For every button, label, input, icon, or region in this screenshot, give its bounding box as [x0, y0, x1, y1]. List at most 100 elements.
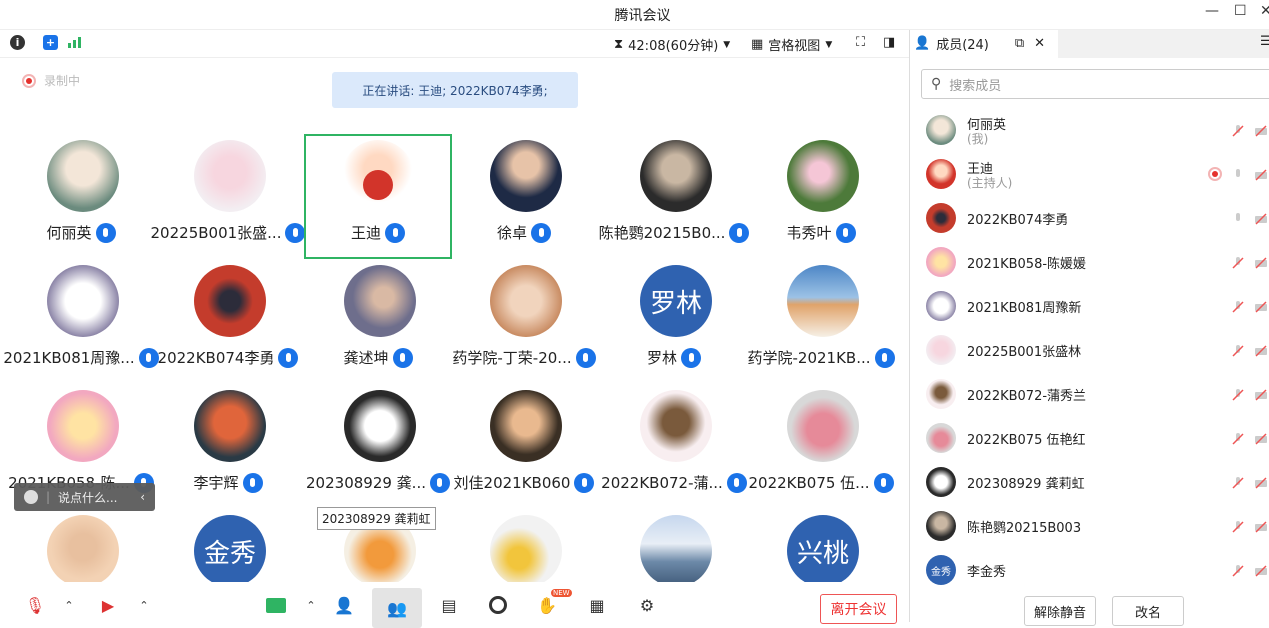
mic-icon — [874, 347, 895, 368]
member-row[interactable]: 2022KB075 伍艳红 — [910, 416, 1269, 460]
participant-tile[interactable]: 罗林 罗林 — [600, 255, 748, 380]
avatar — [926, 203, 956, 233]
mic-muted-icon[interactable] — [1231, 519, 1245, 533]
participant-tile[interactable]: 药学院-2021KB... — [747, 255, 895, 380]
chat-input[interactable]: | 说点什么... ‹ — [14, 483, 155, 511]
sidebar-toggle-icon[interactable]: ◨ — [883, 35, 895, 50]
close-window-icon[interactable]: ✕ — [1260, 3, 1269, 19]
participant-tile[interactable]: 兴桃 — [747, 505, 895, 582]
invite-icon[interactable]: 👤 — [333, 594, 355, 616]
avatar — [640, 515, 712, 582]
participant-tile[interactable] — [600, 505, 748, 582]
close-icon[interactable]: ✕ — [1034, 36, 1045, 51]
member-row[interactable]: 陈艳鹦20215B003 — [910, 504, 1269, 548]
mic-icon[interactable] — [1231, 167, 1245, 181]
participant-tile[interactable]: 2022KB075 伍... — [747, 380, 895, 505]
camera-off-icon[interactable] — [1254, 475, 1268, 489]
participant-name: 2021KB081周豫... — [3, 349, 135, 367]
member-row[interactable]: 2021KB058-陈媛媛 — [910, 240, 1269, 284]
participant-tile[interactable]: 2021KB081周豫... — [3, 255, 159, 380]
participant-tile[interactable]: 徐卓 — [450, 130, 598, 255]
mic-muted-icon[interactable] — [1231, 299, 1245, 313]
participant-tile[interactable] — [450, 505, 598, 582]
member-row[interactable]: 202308929 龚莉虹 — [910, 460, 1269, 504]
participant-tile[interactable]: 金秀 — [154, 505, 302, 582]
mic-muted-icon[interactable] — [1231, 343, 1245, 357]
participant-tile[interactable]: 20225B001张盛... — [151, 130, 306, 255]
shield-icon[interactable]: + — [43, 35, 58, 50]
record-icon — [1208, 167, 1222, 181]
camera-off-icon[interactable] — [1254, 431, 1268, 445]
participant-name: 李宇辉 — [193, 474, 239, 492]
mic-icon[interactable] — [1231, 211, 1245, 225]
minimize-icon[interactable]: — — [1205, 3, 1219, 19]
chevron-up-icon[interactable]: ⌃ — [300, 594, 322, 616]
member-row[interactable]: 2022KB074李勇 — [910, 196, 1269, 240]
search-member-input[interactable]: ⚲ 搜索成员 — [921, 69, 1269, 99]
avatar — [194, 265, 266, 337]
participant-tile[interactable]: 韦秀叶 — [747, 130, 895, 255]
mic-icon — [95, 222, 116, 243]
person-icon: 👤 — [914, 35, 931, 51]
view-selector[interactable]: ▦ 宫格视图 ▼ — [751, 35, 832, 54]
member-row[interactable]: 金秀 李金秀 — [910, 548, 1269, 592]
participant-tile[interactable] — [7, 505, 155, 582]
apps-icon[interactable]: ▦ — [586, 594, 608, 616]
maximize-icon[interactable]: ☐ — [1234, 3, 1247, 19]
tab-members[interactable]: 👤 成员(24) ⧉ ✕ — [910, 30, 1058, 58]
mic-muted-icon[interactable]: 🎙 — [24, 594, 46, 616]
mic-muted-icon[interactable] — [1231, 563, 1245, 577]
camera-off-icon[interactable] — [1254, 255, 1268, 269]
mic-muted-icon[interactable] — [1231, 387, 1245, 401]
new-badge: NEW — [551, 589, 572, 597]
grid-icon: ▦ — [751, 37, 764, 52]
fullscreen-icon[interactable]: ⛶ — [856, 35, 865, 50]
chevron-up-icon[interactable]: ⌃ — [58, 594, 80, 616]
camera-off-icon[interactable] — [1254, 123, 1268, 137]
menu-icon[interactable]: ☰ — [1260, 34, 1269, 49]
mic-muted-icon[interactable] — [1231, 475, 1245, 489]
meeting-toolbar: i + ⧗ 42:08(60分钟) ▼ ▦ 宫格视图 ▼ ⛶ ◨ — [0, 30, 909, 58]
camera-off-icon[interactable] — [1254, 343, 1268, 357]
mic-muted-icon[interactable] — [1231, 123, 1245, 137]
camera-off-icon[interactable] — [1254, 519, 1268, 533]
camera-off-icon[interactable] — [1254, 563, 1268, 577]
settings-icon[interactable]: ⚙ — [636, 594, 658, 616]
camera-off-icon[interactable] — [1254, 299, 1268, 313]
participant-name: 龚述坤 — [343, 349, 389, 367]
camera-off-icon[interactable] — [1254, 211, 1268, 225]
chat-icon[interactable]: ▤ — [438, 594, 460, 616]
participant-tile[interactable]: 陈艳鹦20215B0... — [599, 130, 750, 255]
mic-muted-icon[interactable] — [1231, 431, 1245, 445]
camera-off-icon[interactable] — [1254, 387, 1268, 401]
camera-off-icon[interactable] — [1254, 167, 1268, 181]
share-screen-icon[interactable] — [265, 594, 287, 616]
mic-muted-icon[interactable] — [1231, 255, 1245, 269]
record-button-icon[interactable] — [487, 594, 509, 616]
participant-tile[interactable]: 2022KB074李勇 — [154, 255, 302, 380]
participant-tile[interactable]: 李宇辉 — [154, 380, 302, 505]
timer[interactable]: ⧗ 42:08(60分钟) ▼ — [614, 35, 730, 54]
camera-off-icon[interactable]: ▶ — [97, 594, 119, 616]
members-icon[interactable]: 👥 — [372, 588, 422, 628]
participant-name: 刘佳2021KB060 — [453, 474, 571, 492]
participant-tile[interactable]: 药学院-丁荣-20... — [450, 255, 598, 380]
participant-tile[interactable]: 2022KB072-蒲... — [600, 380, 748, 505]
recording-indicator[interactable]: 录制中 — [22, 72, 80, 89]
emoji-icon[interactable] — [24, 490, 38, 504]
avatar — [926, 511, 956, 541]
popout-icon[interactable]: ⧉ — [1015, 36, 1024, 51]
info-icon[interactable]: i — [10, 35, 25, 50]
chevron-left-icon[interactable]: ‹ — [140, 490, 145, 504]
hand-icon[interactable]: ✋ — [536, 594, 558, 616]
leave-meeting-button[interactable]: 离开会议 — [820, 594, 897, 624]
member-row[interactable]: 王迪 (主持人) — [910, 152, 1269, 196]
participant-tile[interactable]: 何丽英 — [7, 130, 155, 255]
member-row[interactable]: 2021KB081周豫新 — [910, 284, 1269, 328]
member-row[interactable]: 20225B001张盛林 — [910, 328, 1269, 372]
participant-tile[interactable]: 刘佳2021KB060 — [450, 380, 598, 505]
member-row[interactable]: 何丽英 (我) — [910, 108, 1269, 152]
member-row[interactable]: 2022KB072-蒲秀兰 — [910, 372, 1269, 416]
participant-name: 202308929 龚... — [306, 474, 426, 492]
chevron-up-icon[interactable]: ⌃ — [133, 594, 155, 616]
